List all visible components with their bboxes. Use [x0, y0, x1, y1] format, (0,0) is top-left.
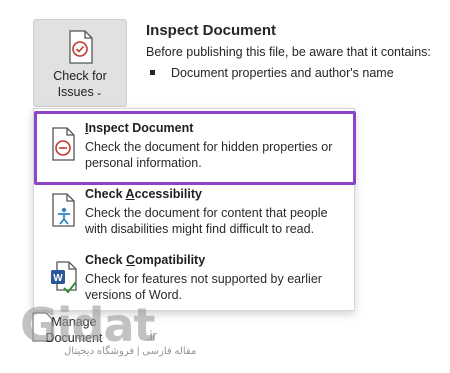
menu-item-inspect-document[interactable]: Inspect Document Check the document for … [34, 109, 356, 181]
inspect-bullet-text: Document properties and author's name [171, 66, 394, 80]
chevron-down-icon: ⌄ [95, 88, 103, 97]
svg-text:W: W [53, 273, 63, 284]
watermark-tld: .ir [146, 328, 157, 343]
inspect-bullet-item: Document properties and author's name [150, 66, 394, 80]
menu-item-title: Check Accessibility [85, 187, 202, 201]
issues-button-label-line1: Check for [53, 69, 107, 83]
menu-item-check-accessibility[interactable]: Check Accessibility Check the document f… [34, 181, 356, 247]
check-for-issues-button[interactable]: Check for Issues ⌄ [33, 19, 127, 107]
issues-button-label-line2: Issues [57, 85, 94, 99]
check-for-issues-menu: Inspect Document Check the document for … [33, 108, 355, 311]
accessibility-icon [52, 193, 75, 227]
inspect-document-icon [52, 127, 75, 161]
menu-item-description: Check the document for content that peop… [85, 206, 328, 236]
watermark-tagline: مقاله فارسی | فروشگاه دیجیتال [64, 346, 197, 357]
document-check-icon [69, 30, 93, 64]
watermark-logo: Gidat [20, 298, 155, 352]
compatibility-icon: W [51, 261, 77, 294]
inspect-section-title: Inspect Document [146, 22, 277, 39]
menu-item-title: Check Compatibility [85, 253, 206, 267]
menu-item-description: Check the document for hidden properties… [85, 140, 333, 170]
inspect-section-description: Before publishing this file, be aware th… [146, 45, 431, 59]
menu-item-title: Inspect Document [85, 121, 194, 135]
bullet-icon [150, 70, 155, 76]
